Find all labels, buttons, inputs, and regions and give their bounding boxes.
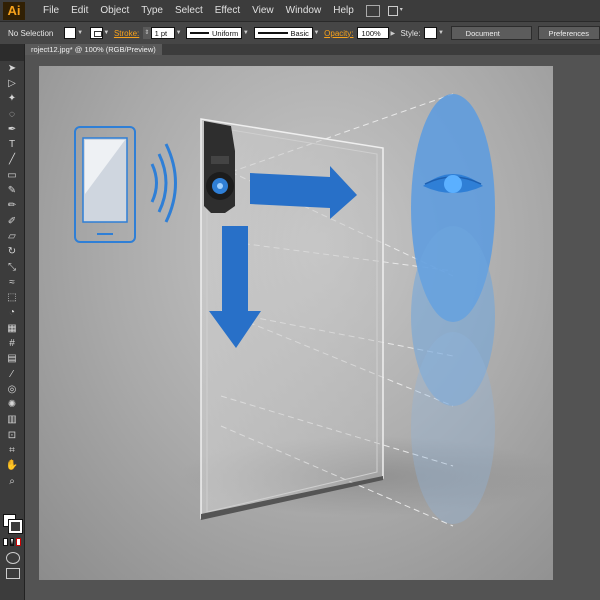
style-swatch[interactable]	[424, 27, 438, 39]
magic-wand-icon[interactable]: ✦	[0, 92, 24, 107]
eyedropper-icon[interactable]: ⁄	[0, 367, 24, 382]
stroke-dropdown-icon[interactable]: ▼	[103, 27, 110, 39]
direct-selection-icon[interactable]: ▷	[0, 76, 24, 91]
eraser-icon[interactable]: ▱	[0, 229, 24, 244]
style-dropdown-icon[interactable]: ▼	[437, 27, 444, 39]
symbol-sprayer-icon[interactable]: ✺	[0, 398, 24, 413]
shape-builder-icon[interactable]: ◔	[0, 306, 24, 321]
variable-width-profile[interactable]: Uniform	[186, 27, 243, 39]
tool-list: ➤ ▷ ✦ ◌ ✒ T ╱ ▭ ✎ ✏ ✐ ▱ ↻ ⤡ ≈ ⬚ ◔ ▦ # ▤ ⁄ ◎ ✺ ▥ ⊡ ⌗ ✋ ⌕	[0, 61, 24, 489]
brush-definition[interactable]: Basic	[253, 27, 313, 39]
menu-window[interactable]: Window	[280, 0, 328, 21]
menu-bar: Ai File Edit Object Type Select Effect V…	[0, 0, 600, 21]
menu-type[interactable]: Type	[135, 0, 169, 21]
stroke-label[interactable]: Stroke:	[110, 29, 143, 38]
artboard-canvas[interactable]	[39, 66, 553, 580]
menu-file[interactable]: File	[37, 0, 65, 21]
menu-help[interactable]: Help	[327, 0, 360, 21]
blob-brush-icon[interactable]: ✐	[0, 214, 24, 229]
preferences-button[interactable]: Preferences	[537, 26, 600, 40]
opacity-label[interactable]: Opacity:	[320, 29, 357, 38]
stroke-stepper[interactable]: ⇕	[143, 27, 151, 39]
perspective-grid-icon[interactable]: ▦	[0, 321, 24, 336]
wireless-signal-icon	[150, 143, 177, 223]
menu-effect[interactable]: Effect	[209, 0, 246, 21]
tools-panel: ➤ ▷ ✦ ◌ ✒ T ╱ ▭ ✎ ✏ ✐ ▱ ↻ ⤡ ≈ ⬚ ◔ ▦ # ▤ ⁄ ◎ ✺ ▥ ⊡ ⌗ ✋ ⌕	[0, 44, 25, 600]
illustration	[74, 93, 553, 527]
lasso-icon[interactable]: ◌	[0, 107, 24, 122]
rectangle-icon[interactable]: ▭	[0, 168, 24, 183]
mesh-icon[interactable]: #	[0, 336, 24, 351]
profile-label: Uniform	[211, 28, 239, 38]
stroke-weight-field[interactable]: 1 pt	[150, 27, 175, 39]
app-logo: Ai	[3, 1, 25, 20]
drawing-mode-icon[interactable]	[6, 552, 20, 564]
gradient-icon[interactable]: ▤	[0, 352, 24, 367]
phone-icon	[74, 126, 136, 243]
rotate-icon[interactable]: ↻	[0, 245, 24, 260]
fill-stroke-indicator[interactable]	[3, 514, 23, 534]
opacity-field[interactable]: 100%	[357, 27, 390, 39]
column-graph-icon[interactable]: ▥	[0, 413, 24, 428]
brush-line-icon	[257, 32, 288, 34]
color-mode-buttons[interactable]	[3, 538, 22, 546]
fill-swatch[interactable]	[63, 27, 77, 39]
document-tab[interactable]: roject12.jpg* @ 100% (RGB/Preview)	[25, 44, 162, 55]
blend-icon[interactable]: ◎	[0, 382, 24, 397]
pen-icon[interactable]: ✒	[0, 122, 24, 137]
screen-mode-icon[interactable]	[6, 568, 20, 579]
profile-line-icon	[190, 32, 209, 34]
stroke-swatch[interactable]	[89, 27, 103, 39]
hand-icon[interactable]: ✋	[0, 459, 24, 474]
stroke-weight-dropdown-icon[interactable]: ▼	[175, 27, 182, 39]
style-label: Style:	[400, 28, 421, 38]
menu-object[interactable]: Object	[94, 0, 135, 21]
paintbrush-icon[interactable]: ✎	[0, 183, 24, 198]
camera-device-icon	[204, 121, 235, 213]
brush-label: Basic	[290, 28, 309, 38]
eye-view-ellipses	[411, 94, 495, 524]
arrange-documents-icon[interactable]: ▾	[387, 5, 408, 17]
control-bar: No Selection ▼ ▼ Stroke: ⇕ 1 pt ▼ Unifor…	[0, 21, 600, 52]
warp-icon[interactable]: ≈	[0, 275, 24, 290]
artboard-icon[interactable]: ⊡	[0, 428, 24, 443]
scale-icon[interactable]: ⤡	[0, 260, 24, 275]
tools-panel-header[interactable]	[0, 44, 24, 55]
opacity-dropdown-icon[interactable]: ▶	[389, 27, 396, 39]
pencil-icon[interactable]: ✏	[0, 199, 24, 214]
slice-icon[interactable]: ⌗	[0, 443, 24, 458]
fill-dropdown-icon[interactable]: ▼	[76, 27, 83, 39]
menu-view[interactable]: View	[246, 0, 280, 21]
line-segment-icon[interactable]: ╱	[0, 153, 24, 168]
menu-edit[interactable]: Edit	[65, 0, 94, 21]
selection-status: No Selection	[8, 28, 54, 38]
document-tab-bar: roject12.jpg* @ 100% (RGB/Preview)	[25, 44, 600, 55]
menu-select[interactable]: Select	[169, 0, 209, 21]
type-icon[interactable]: T	[0, 137, 24, 152]
brush-dropdown-icon[interactable]: ▼	[313, 27, 320, 39]
document-setup-button[interactable]: Document Setup	[450, 26, 532, 52]
profile-dropdown-icon[interactable]: ▼	[242, 27, 249, 39]
free-transform-icon[interactable]: ⬚	[0, 290, 24, 305]
zoom-icon[interactable]: ⌕	[0, 474, 24, 489]
selection-icon[interactable]: ➤	[0, 61, 24, 76]
bridge-icon[interactable]	[365, 4, 380, 17]
